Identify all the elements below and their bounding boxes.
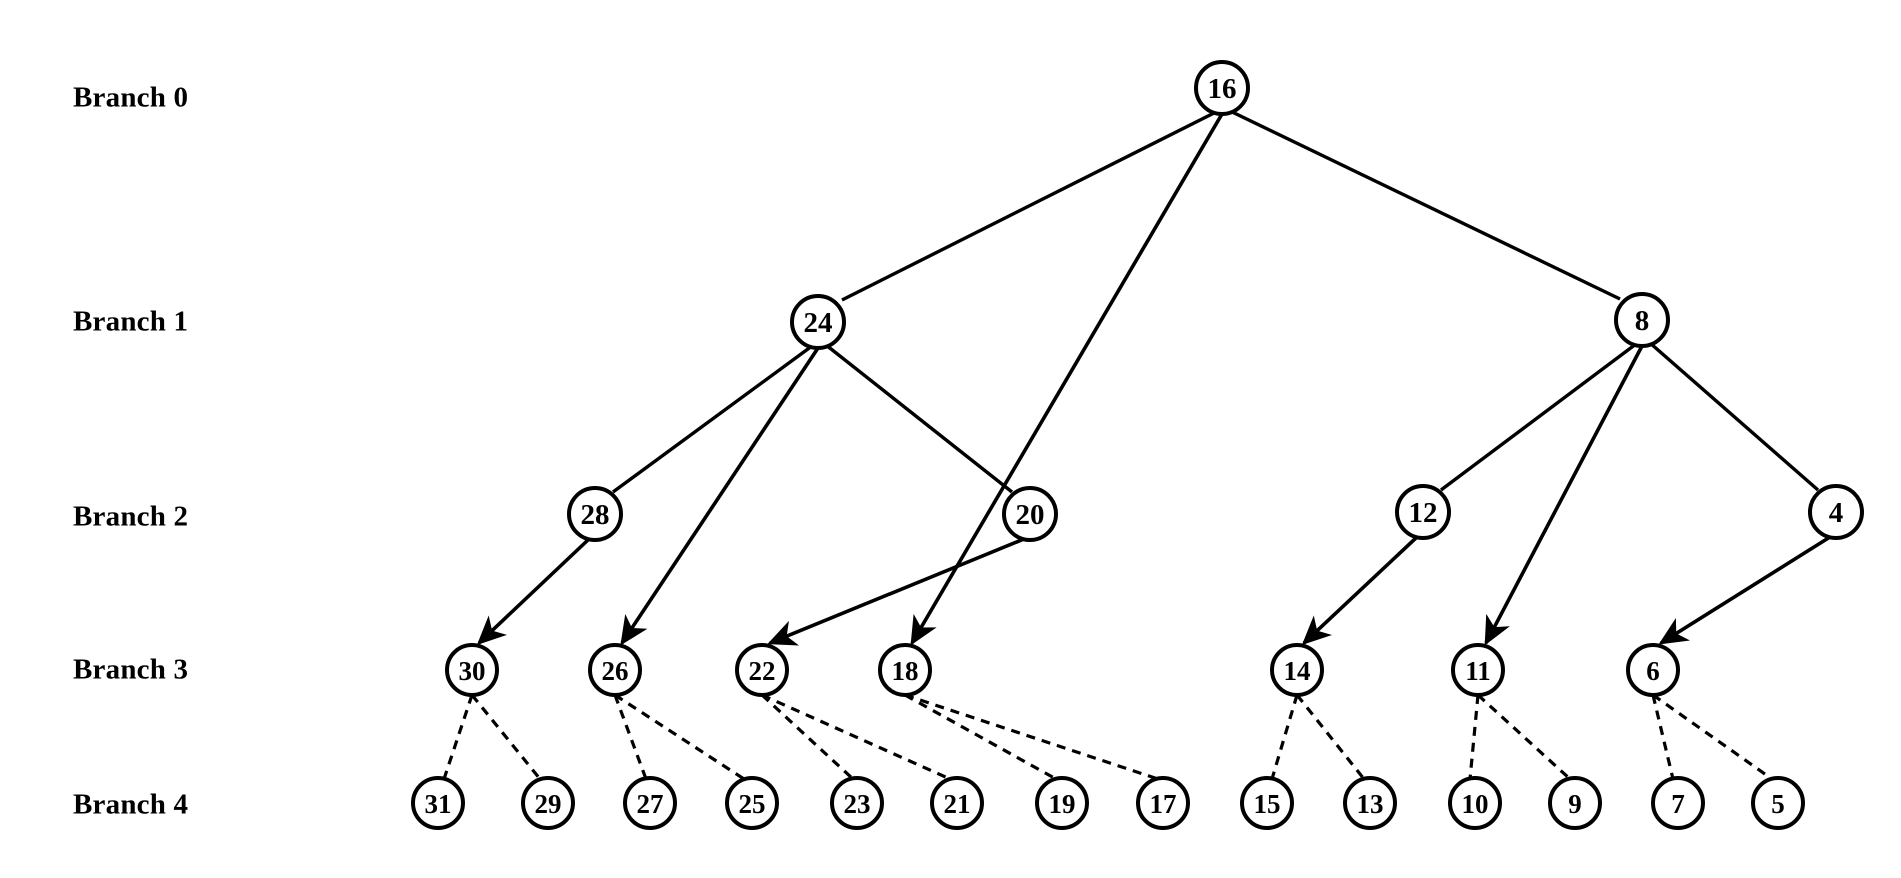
tree-edge-solid [1301, 535, 1419, 645]
tree-diagram-canvas: 16 24 8 28 20 12 4 30 26 22 18 14 11 6 31 29 27 25 23 21 19 1… [0, 0, 1901, 878]
branch-level-label: Branch 4 [73, 788, 189, 821]
tree-node[interactable]: 23 [830, 776, 884, 830]
tree-node[interactable]: 12 [1395, 484, 1451, 540]
tree-node[interactable]: 5 [1751, 776, 1805, 830]
tree-node[interactable]: 9 [1548, 776, 1602, 830]
tree-edge-solid [824, 343, 1014, 494]
tree-node-value: 16 [1208, 73, 1237, 105]
tree-node[interactable]: 8 [1614, 292, 1670, 348]
nodes-group: 16 24 8 28 20 12 4 30 26 22 18 14 11 6 31 29 27 25 23 21 19 1… [411, 60, 1864, 830]
tree-node[interactable]: 15 [1240, 776, 1294, 830]
tree-node[interactable]: 19 [1035, 776, 1089, 830]
tree-edge-solid [476, 537, 591, 645]
tree-node-value: 10 [1462, 789, 1489, 819]
branch-level-label: Branch 1 [73, 305, 189, 338]
tree-node[interactable]: 4 [1808, 484, 1864, 540]
tree-edge-dashed [442, 694, 474, 780]
tree-edge-dashed [760, 693, 855, 781]
tree-graph-svg: 16 24 8 28 20 12 4 30 26 22 18 14 11 6 31 29 27 25 23 21 19 1… [411, 60, 1864, 830]
tree-node[interactable]: 6 [1626, 643, 1680, 697]
branch-level-label: Branch 2 [73, 500, 189, 533]
tree-node[interactable]: 17 [1136, 776, 1190, 830]
tree-edge-solid [1227, 108, 1621, 301]
tree-edge-dashed [614, 693, 745, 781]
tree-node-value: 6 [1646, 656, 1660, 686]
tree-node-value: 23 [844, 789, 871, 819]
tree-edge-solid [620, 347, 820, 646]
tree-node[interactable]: 31 [411, 776, 465, 830]
solid-edges-group [476, 108, 1831, 646]
tree-edge-dashed [1476, 693, 1572, 781]
tree-edge-dashed [470, 693, 542, 781]
tree-node[interactable]: 21 [930, 776, 984, 830]
branch-level-label: Branch 3 [73, 653, 189, 686]
tree-node[interactable]: 25 [725, 776, 779, 830]
tree-edge-solid [910, 113, 1224, 646]
tree-edge-solid [767, 537, 1025, 646]
tree-node-value: 8 [1635, 305, 1650, 337]
tree-node-value: 5 [1771, 789, 1785, 819]
tree-node-value: 22 [749, 656, 776, 686]
tree-node-value: 30 [459, 656, 486, 686]
tree-node-value: 27 [637, 789, 664, 819]
tree-node-value: 19 [1049, 789, 1076, 819]
tree-node-value: 14 [1284, 656, 1311, 686]
tree-node[interactable]: 14 [1270, 643, 1324, 697]
tree-node-value: 4 [1829, 497, 1844, 529]
dashed-edges-group [442, 693, 1773, 781]
tree-node[interactable]: 20 [1002, 486, 1058, 542]
tree-node[interactable]: 18 [878, 643, 932, 697]
tree-node[interactable]: 27 [623, 776, 677, 830]
tree-node[interactable]: 29 [521, 776, 575, 830]
tree-node[interactable]: 7 [1651, 776, 1705, 830]
tree-edge-solid [841, 110, 1217, 302]
tree-edge-solid [1484, 345, 1644, 646]
tree-edge-dashed [613, 694, 648, 780]
tree-node-value: 13 [1357, 789, 1384, 819]
tree-node[interactable]: 13 [1343, 776, 1397, 830]
tree-node-value: 18 [892, 656, 919, 686]
tree-node[interactable]: 28 [567, 486, 623, 542]
tree-node[interactable]: 26 [588, 643, 642, 697]
tree-node-value: 11 [1465, 656, 1491, 686]
tree-node[interactable]: 10 [1448, 776, 1502, 830]
tree-edge-solid [611, 344, 814, 494]
tree-node[interactable]: 22 [735, 643, 789, 697]
tree-node-value: 20 [1016, 499, 1045, 531]
tree-edge-dashed [1468, 694, 1480, 780]
tree-node[interactable]: 24 [790, 294, 846, 350]
tree-node-value: 15 [1254, 789, 1281, 819]
tree-edge-solid [1439, 342, 1638, 492]
tree-node-value: 21 [944, 789, 971, 819]
tree-node[interactable]: 11 [1451, 643, 1505, 697]
tree-edge-solid [1658, 535, 1831, 645]
tree-node-value: 26 [602, 656, 629, 686]
tree-node-value: 12 [1409, 497, 1438, 529]
tree-edge-solid [1648, 341, 1820, 492]
tree-node-value: 28 [581, 499, 610, 531]
tree-node-value: 17 [1150, 789, 1177, 819]
tree-node[interactable]: 16 [1194, 60, 1250, 116]
tree-node-value: 31 [425, 789, 452, 819]
tree-node-value: 9 [1568, 789, 1582, 819]
tree-edge-dashed [1270, 694, 1299, 780]
tree-node-value: 24 [804, 307, 833, 339]
tree-edge-dashed [1652, 693, 1773, 781]
tree-edge-dashed [761, 693, 951, 781]
tree-edge-dashed [1295, 694, 1366, 780]
tree-node-value: 7 [1671, 789, 1685, 819]
tree-node-value: 29 [535, 789, 562, 819]
branch-level-label: Branch 0 [73, 81, 189, 114]
tree-node-value: 25 [739, 789, 766, 819]
tree-node[interactable]: 30 [445, 643, 499, 697]
